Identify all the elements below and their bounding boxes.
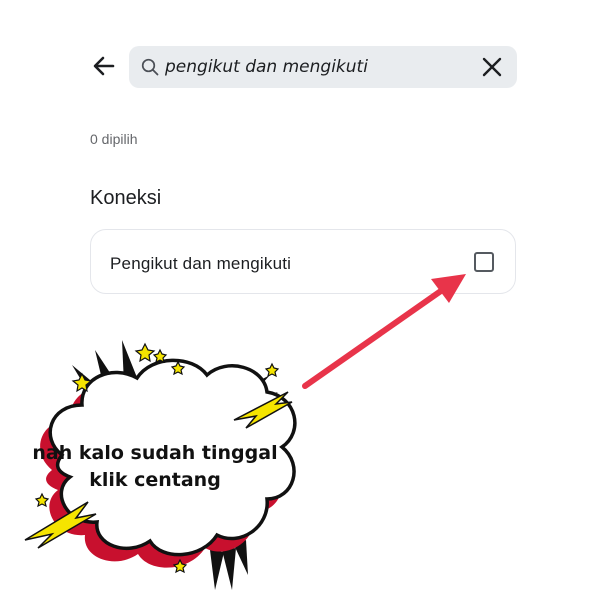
annotation-overlay — [24, 274, 466, 590]
annotation-line-2: klik centang — [89, 469, 221, 491]
arrow-graphic — [302, 274, 466, 389]
screen: 0 dipilih Koneksi Pengikut dan mengikuti — [0, 0, 600, 600]
annotation-text: nah kalo sudah tinggal klik centang — [30, 440, 280, 494]
annotation-line-1: nah kalo sudah tinggal — [32, 442, 278, 464]
